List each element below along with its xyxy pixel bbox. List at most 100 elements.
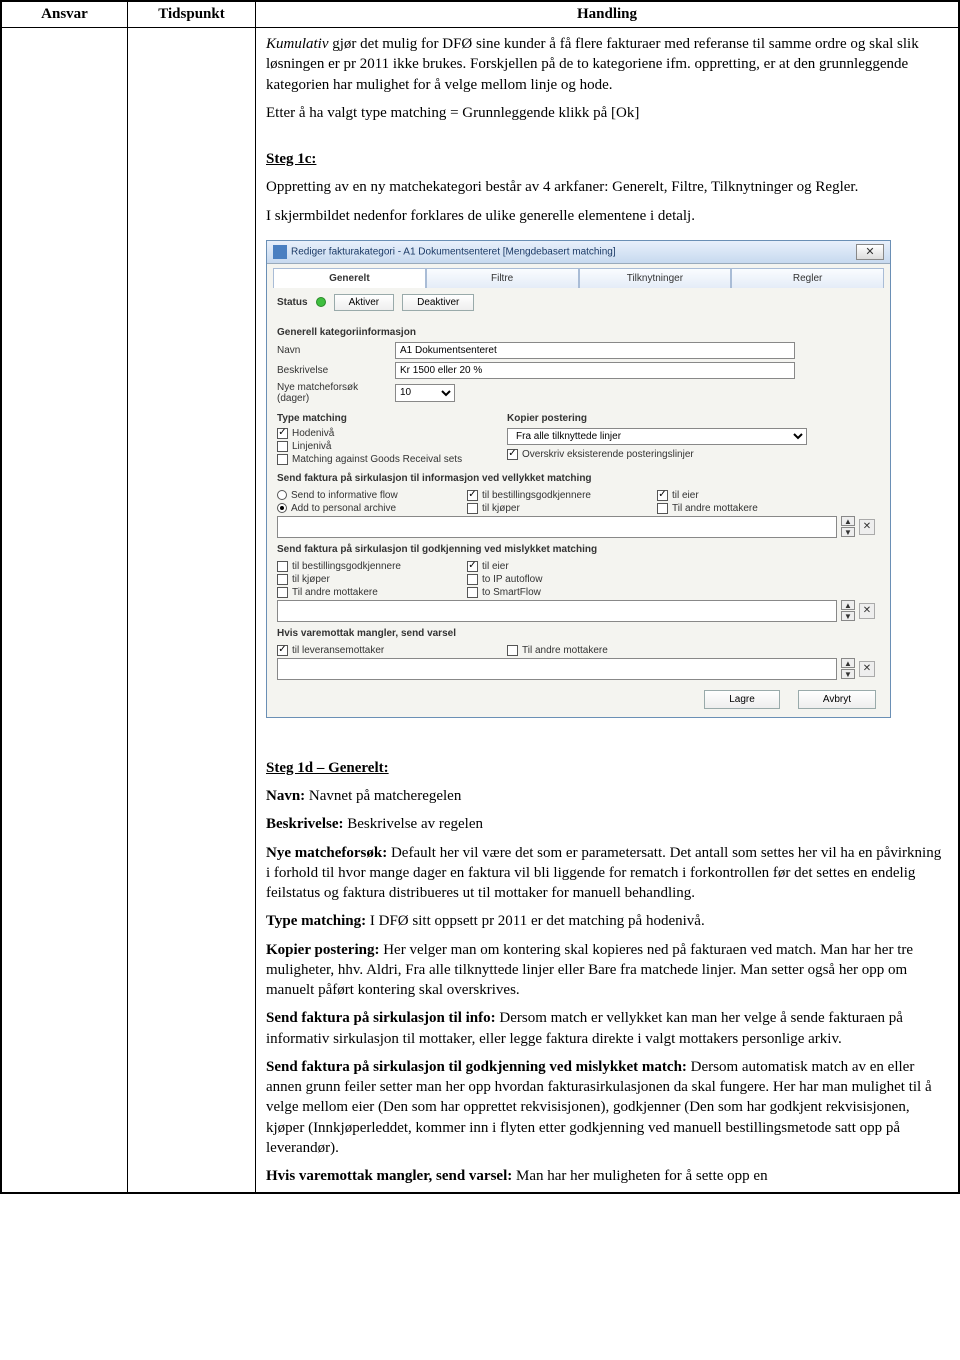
- tab-regler[interactable]: Regler: [731, 268, 884, 288]
- m-eier-checkbox[interactable]: [467, 561, 478, 572]
- tab-tilknytninger[interactable]: Tilknytninger: [579, 268, 732, 288]
- lagre-button[interactable]: Lagre: [704, 690, 780, 709]
- dialog-tabs: Generelt Filtre Tilknytninger Regler: [267, 264, 890, 288]
- document-table: Ansvar Tidspunkt Handling Kumulativ gjør…: [1, 1, 959, 1193]
- edit-category-dialog: Rediger fakturakategori - A1 Dokumentsen…: [266, 240, 891, 718]
- section-mislykket: Send faktura på sirkulasjon til godkjenn…: [277, 544, 880, 555]
- varsel-recipients-input[interactable]: [277, 658, 837, 680]
- cell-handling: Kumulativ gjør det mulig for DFØ sine ku…: [256, 28, 959, 1193]
- add-archive-label: Add to personal archive: [291, 503, 396, 514]
- recipient-order-arrows-2[interactable]: ▲▼: [841, 600, 855, 621]
- info-para: Send faktura på sirkulasjon til info: De…: [266, 1008, 948, 1049]
- m-smart-label: to SmartFlow: [482, 587, 541, 598]
- section-vellykket: Send faktura på sirkulasjon til informas…: [277, 473, 880, 484]
- lev-checkbox[interactable]: [277, 645, 288, 656]
- navn-para: Navn: Navnet på matcheregelen: [266, 786, 948, 806]
- beskrivelse-input[interactable]: [395, 362, 795, 379]
- v-eier-label: til eier: [672, 490, 699, 501]
- arrow-down-icon[interactable]: ▼: [841, 527, 855, 537]
- dialog-icon: [273, 245, 287, 259]
- dialog-title: Rediger fakturakategori - A1 Dokumentsen…: [291, 246, 616, 257]
- v-andre-label: Til andre mottakere: [672, 503, 758, 514]
- section-general-info: Generell kategoriinformasjon: [277, 327, 880, 338]
- beskrivelse-label: Beskrivelse: [277, 365, 387, 376]
- header-tidspunkt: Tidspunkt: [128, 2, 256, 28]
- godk-para: Send faktura på sirkulasjon til godkjenn…: [266, 1057, 948, 1158]
- recipient-order-arrows-3[interactable]: ▲▼: [841, 658, 855, 679]
- m-eier-label: til eier: [482, 561, 509, 572]
- varsel-andre-checkbox[interactable]: [507, 645, 518, 656]
- aktiver-button[interactable]: Aktiver: [334, 294, 395, 311]
- hodeniva-checkbox[interactable]: [277, 428, 288, 439]
- nye-matcheforsok-select[interactable]: 10: [395, 384, 455, 402]
- linjeniva-checkbox[interactable]: [277, 441, 288, 452]
- type-matching-head: Type matching: [277, 413, 477, 424]
- status-indicator-icon: [316, 297, 326, 307]
- nye-para: Nye matcheforsøk: Default her vil være d…: [266, 843, 948, 904]
- arrow-up-icon[interactable]: ▲: [841, 516, 855, 526]
- add-archive-radio[interactable]: [277, 503, 287, 513]
- clear-icon[interactable]: ✕: [859, 519, 875, 535]
- hodeniva-label: Hodenivå: [292, 428, 334, 439]
- avbryt-button[interactable]: Avbryt: [798, 690, 876, 709]
- deaktiver-button[interactable]: Deaktiver: [402, 294, 474, 311]
- cell-ansvar: [2, 28, 128, 1193]
- step-1d-heading: Steg 1d – Generelt:: [266, 758, 389, 778]
- v-kjoper-label: til kjøper: [482, 503, 520, 514]
- cell-tidspunkt: [128, 28, 256, 1193]
- type-para: Type matching: I DFØ sitt oppsett pr 201…: [266, 911, 948, 931]
- step1c-p2: I skjermbildet nedenfor forklares de uli…: [266, 206, 948, 226]
- m-andre-label: Til andre mottakere: [292, 587, 378, 598]
- kumulativ-para: Kumulativ gjør det mulig for DFØ sine ku…: [266, 34, 948, 95]
- recipient-order-arrows[interactable]: ▲▼: [841, 516, 855, 537]
- v-best-godk-checkbox[interactable]: [467, 490, 478, 501]
- send-flow-radio[interactable]: [277, 490, 287, 500]
- linjeniva-label: Linjenivå: [292, 441, 331, 452]
- mislykket-recipients-input[interactable]: [277, 600, 837, 622]
- goods-checkbox[interactable]: [277, 454, 288, 465]
- overskriv-checkbox[interactable]: [507, 449, 518, 460]
- tab-generelt[interactable]: Generelt: [273, 268, 426, 288]
- clear-icon[interactable]: ✕: [859, 603, 875, 619]
- step-1c-heading: Steg 1c:: [266, 149, 316, 169]
- m-smart-checkbox[interactable]: [467, 587, 478, 598]
- arrow-down-icon[interactable]: ▼: [841, 669, 855, 679]
- v-andre-checkbox[interactable]: [657, 503, 668, 514]
- section-varsel: Hvis varemottak mangler, send varsel: [277, 628, 880, 639]
- send-flow-label: Send to informative flow: [291, 490, 398, 501]
- vellykket-recipients-input[interactable]: [277, 516, 837, 538]
- m-best-godk-checkbox[interactable]: [277, 561, 288, 572]
- v-kjoper-checkbox[interactable]: [467, 503, 478, 514]
- kopier-postering-select[interactable]: Fra alle tilknyttede linjer: [507, 428, 807, 445]
- goods-label: Matching against Goods Receival sets: [292, 454, 462, 465]
- tab-filtre[interactable]: Filtre: [426, 268, 579, 288]
- m-ip-label: to IP autoflow: [482, 574, 542, 585]
- v-best-godk-label: til bestillingsgodkjennere: [482, 490, 591, 501]
- clear-icon[interactable]: ✕: [859, 661, 875, 677]
- arrow-up-icon[interactable]: ▲: [841, 600, 855, 610]
- navn-label: Navn: [277, 345, 387, 356]
- status-row: Status Aktiver Deaktiver: [267, 288, 890, 317]
- lev-label: til leveransemottaker: [292, 645, 384, 656]
- varsel-andre-label: Til andre mottakere: [522, 645, 608, 656]
- m-andre-checkbox[interactable]: [277, 587, 288, 598]
- navn-input[interactable]: [395, 342, 795, 359]
- kopier-postering-head: Kopier postering: [507, 413, 807, 424]
- arrow-down-icon[interactable]: ▼: [841, 611, 855, 621]
- header-ansvar: Ansvar: [2, 2, 128, 28]
- etter-valgt-para: Etter å ha valgt type matching = Grunnle…: [266, 103, 948, 123]
- header-handling: Handling: [256, 2, 959, 28]
- nye-matcheforsok-label: Nye matcheforsøk (dager): [277, 382, 387, 404]
- kopier-para: Kopier postering: Her velger man om kont…: [266, 940, 948, 1001]
- status-label: Status: [277, 297, 308, 308]
- dialog-title-bar: Rediger fakturakategori - A1 Dokumentsen…: [267, 241, 890, 264]
- m-best-godk-label: til bestillingsgodkjennere: [292, 561, 401, 572]
- v-eier-checkbox[interactable]: [657, 490, 668, 501]
- m-kjoper-label: til kjøper: [292, 574, 330, 585]
- close-button[interactable]: ✕: [856, 244, 884, 260]
- varsel-para: Hvis varemottak mangler, send varsel: Ma…: [266, 1166, 948, 1186]
- arrow-up-icon[interactable]: ▲: [841, 658, 855, 668]
- m-ip-checkbox[interactable]: [467, 574, 478, 585]
- overskriv-label: Overskriv eksisterende posteringslinjer: [522, 449, 694, 460]
- m-kjoper-checkbox[interactable]: [277, 574, 288, 585]
